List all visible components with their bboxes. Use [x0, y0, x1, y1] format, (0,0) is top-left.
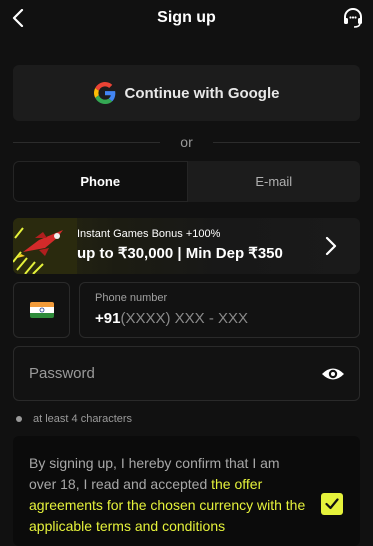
signup-method-tabs: Phone E-mail [13, 161, 360, 202]
headset-icon [344, 8, 362, 28]
phone-prefix: +91 [95, 310, 121, 327]
terms-text: By signing up, I hereby confirm that I a… [29, 453, 309, 537]
plane-illustration [13, 218, 77, 274]
or-text: or [180, 134, 193, 150]
terms-agreement: By signing up, I hereby confirm that I a… [13, 436, 360, 546]
support-button[interactable] [341, 6, 365, 30]
bonus-subtitle: Instant Games Bonus +100% [77, 228, 221, 240]
phone-number-label: Phone number [95, 292, 168, 304]
password-field[interactable]: Password [13, 346, 360, 401]
divider-line [212, 141, 361, 143]
phone-mask-placeholder: (XXXX) XXX - XXX [120, 310, 248, 327]
header: Sign up [0, 0, 373, 36]
phone-number-input[interactable]: +91(XXXX) XXX - XXX [95, 310, 248, 327]
back-button[interactable] [6, 6, 30, 30]
tab-phone[interactable]: Phone [13, 161, 188, 202]
check-icon [325, 498, 339, 510]
hint-dot [16, 416, 22, 422]
or-divider: or [13, 132, 361, 152]
bonus-banner[interactable]: Instant Games Bonus +100% up to ₹30,000 … [13, 218, 360, 274]
google-icon [93, 82, 115, 104]
tab-email[interactable]: E-mail [188, 161, 361, 202]
password-hint: at least 4 characters [16, 411, 132, 427]
country-code-selector[interactable] [13, 282, 70, 338]
google-button-label: Continue with Google [124, 84, 280, 102]
india-flag-icon [29, 302, 54, 318]
divider-line [13, 141, 161, 143]
phone-number-field[interactable]: Phone number +91(XXXX) XXX - XXX [79, 282, 360, 338]
password-hint-text: at least 4 characters [33, 413, 133, 425]
terms-checkbox[interactable] [321, 493, 343, 515]
bonus-title: up to ₹30,000 | Min Dep ₹350 [77, 245, 283, 262]
chevron-left-icon [12, 9, 24, 27]
eye-icon[interactable] [321, 363, 345, 385]
continue-with-google-button[interactable]: Continue with Google [13, 65, 360, 121]
password-placeholder: Password [29, 365, 95, 382]
page-title: Sign up [157, 9, 216, 26]
chevron-right-icon [325, 236, 337, 256]
